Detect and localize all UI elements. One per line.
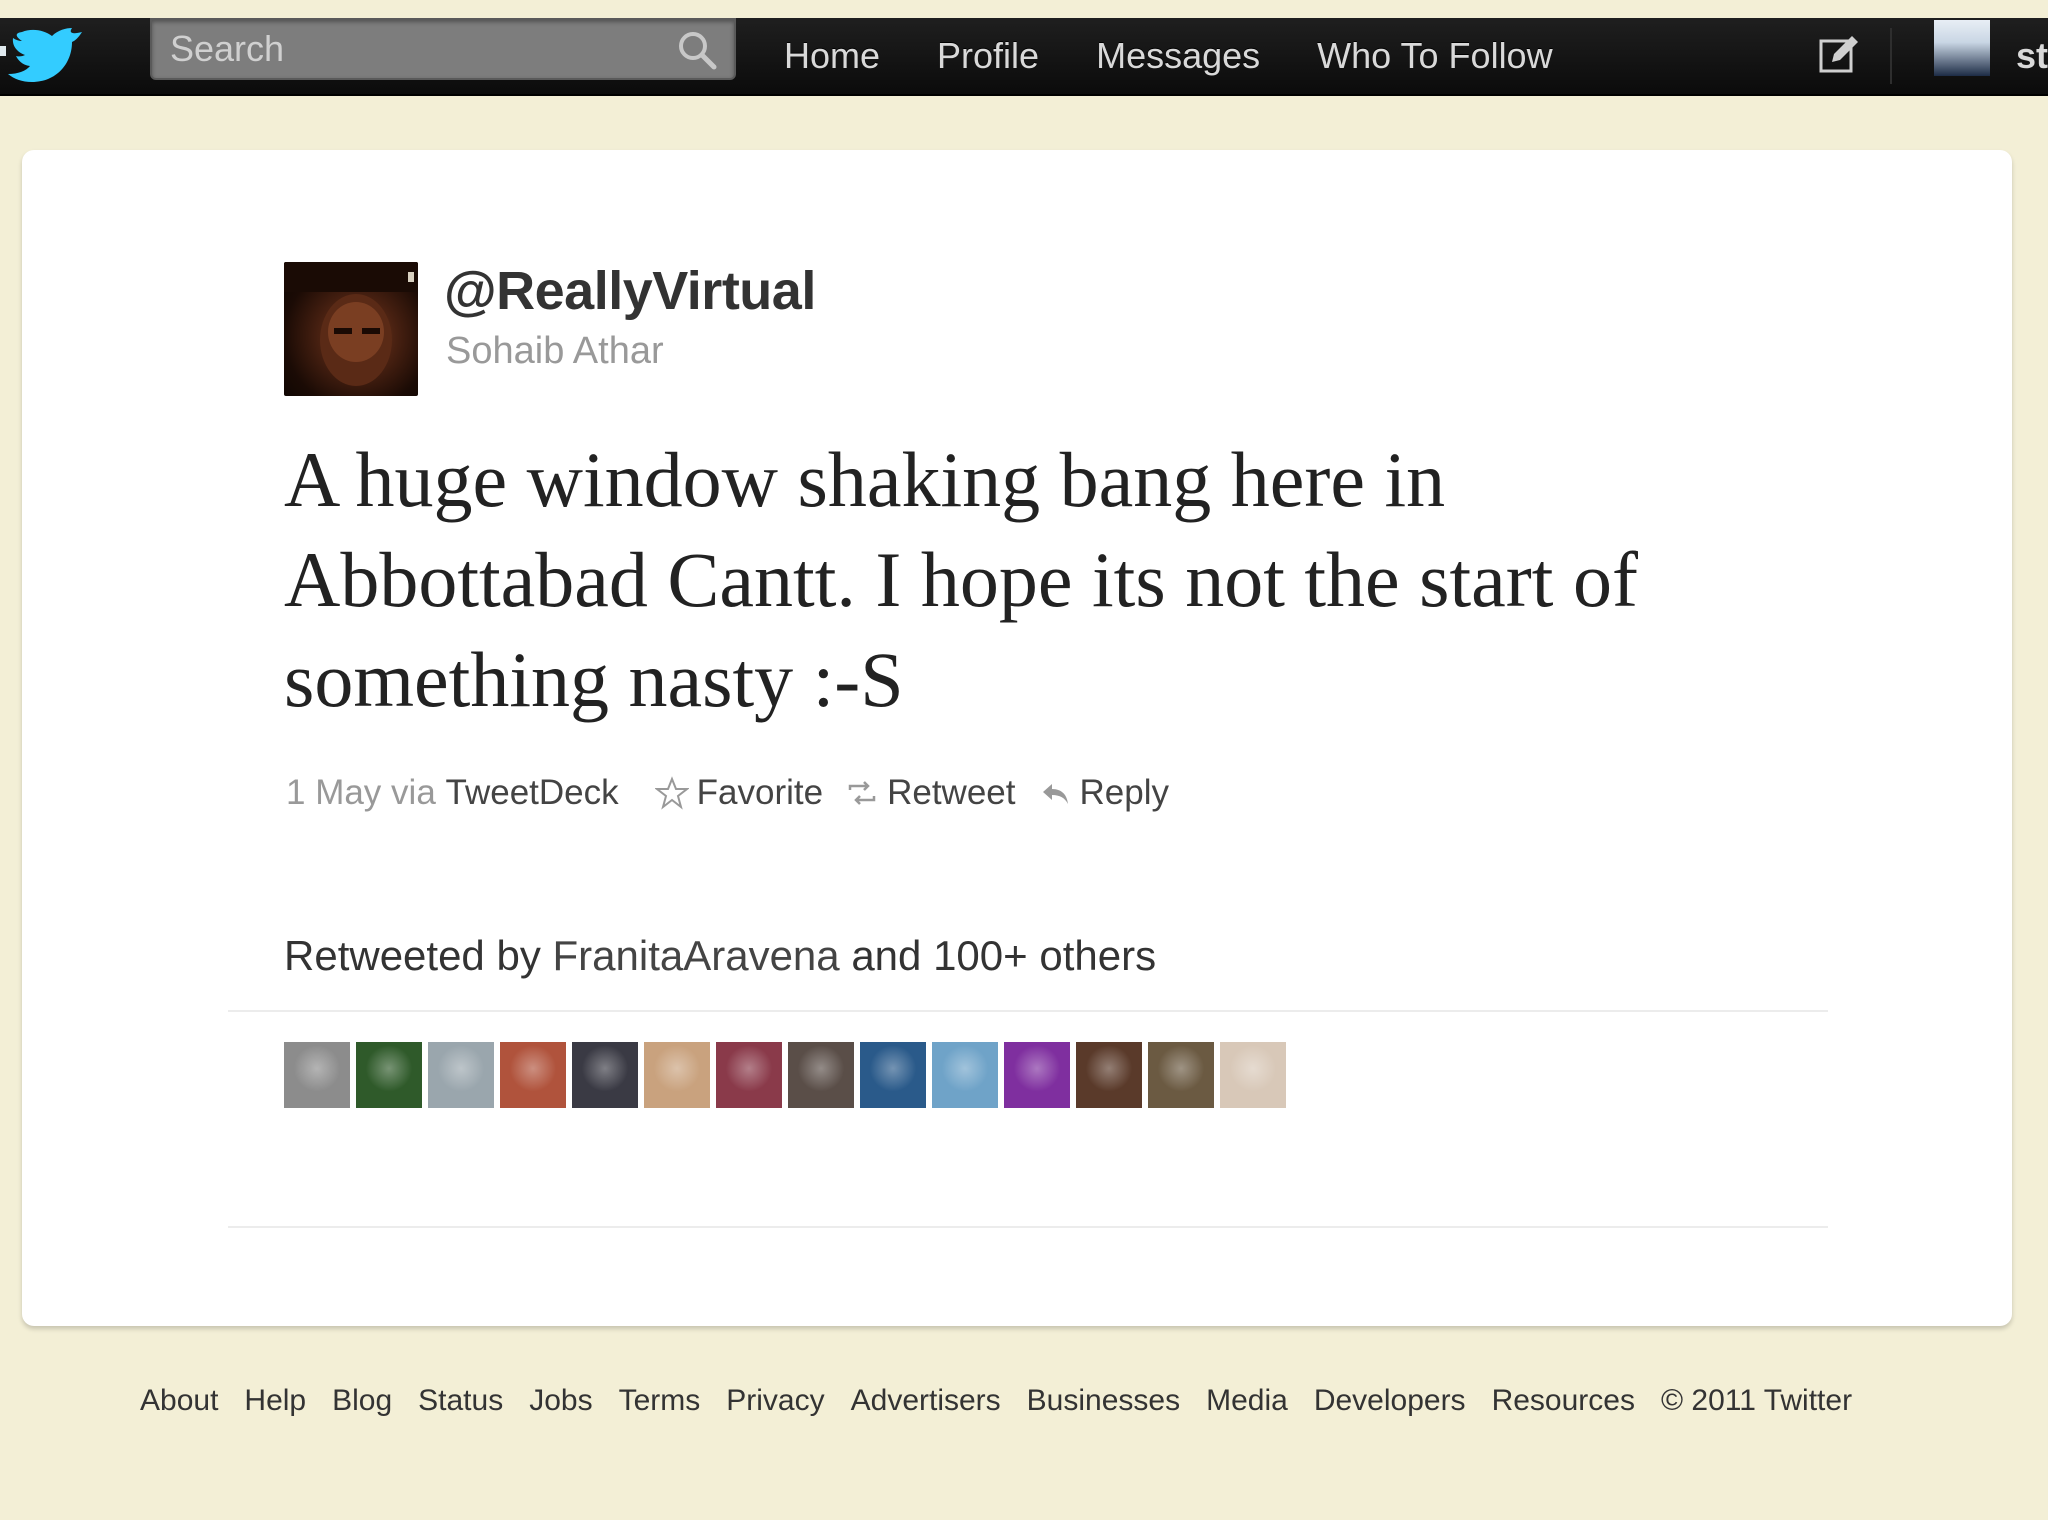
footer-link-terms[interactable]: Terms [619,1384,701,1418]
favorite-label: Favorite [696,773,824,812]
retweet-button[interactable]: Retweet [845,773,1016,813]
retweeter-avatar[interactable] [284,1042,350,1108]
retweeted-by: Retweeted by FranitaAravena and 100+ oth… [284,932,1156,980]
nav-messages[interactable]: Messages [1096,18,1260,94]
retweeter-avatar[interactable] [932,1042,998,1108]
author-name: Sohaib Athar [446,330,664,372]
divider-line [228,1010,1828,1012]
retweeter-avatar[interactable] [1148,1042,1214,1108]
retweeted-by-suffix[interactable]: and 100+ others [851,932,1156,979]
footer-link-jobs[interactable]: Jobs [529,1384,592,1418]
nav-who-to-follow[interactable]: Who To Follow [1317,18,1552,94]
author-avatar[interactable] [284,262,418,396]
tweet-source[interactable]: TweetDeck [446,773,619,813]
retweeter-avatar[interactable] [356,1042,422,1108]
author-handle[interactable]: @ReallyVirtual [444,260,816,322]
reply-button[interactable]: Reply [1038,773,1169,813]
reply-label: Reply [1079,773,1169,812]
favorite-button[interactable]: Favorite [654,773,824,813]
retweet-icon [848,781,876,805]
compose-tweet-icon[interactable] [1818,34,1860,76]
retweet-label: Retweet [887,773,1016,812]
retweeter-avatar[interactable] [428,1042,494,1108]
retweeter-avatar[interactable] [644,1042,710,1108]
main-nav: Home Profile Messages Who To Follow [784,18,1610,94]
page-background: Home Profile Messages Who To Follow st @… [0,0,2048,1520]
retweeter-avatar[interactable] [500,1042,566,1108]
user-menu-label[interactable]: st [2016,18,2048,94]
footer-link-blog[interactable]: Blog [332,1384,392,1418]
retweeter-avatar[interactable] [1220,1042,1286,1108]
footer-link-status[interactable]: Status [418,1384,503,1418]
retweeter-avatar[interactable] [1004,1042,1070,1108]
nav-home[interactable]: Home [784,18,880,94]
twitter-bird-logo[interactable] [0,24,96,86]
footer-link-resources[interactable]: Resources [1492,1384,1635,1418]
tweet-meta: 1 May via TweetDeck Favorite Retweet Rep… [286,766,1191,820]
retweeter-avatars [284,1042,1292,1108]
footer-link-media[interactable]: Media [1206,1384,1288,1418]
divider-line [228,1226,1828,1228]
retweeted-by-prefix: Retweeted by [284,932,541,979]
retweeter-avatar[interactable] [860,1042,926,1108]
footer-link-help[interactable]: Help [244,1384,306,1418]
top-bar: Home Profile Messages Who To Follow st [0,18,2048,96]
retweeter-avatar[interactable] [716,1042,782,1108]
search-icon[interactable] [676,29,718,71]
topbar-divider [1890,28,1892,84]
footer-link-developers[interactable]: Developers [1314,1384,1466,1418]
tweet-text: A huge window shaking bang here in Abbot… [284,436,1638,723]
footer-copyright: © 2011 Twitter [1660,1384,1853,1417]
footer: About Help Blog Status Jobs Terms Privac… [140,1384,1852,1418]
footer-link-advertisers[interactable]: Advertisers [851,1384,1001,1418]
tweet-date[interactable]: 1 May [286,773,381,813]
user-avatar[interactable] [1934,20,1990,76]
tweet-card: @ReallyVirtual Sohaib Athar A huge windo… [22,150,2012,1326]
nav-profile[interactable]: Profile [937,18,1039,94]
footer-link-privacy[interactable]: Privacy [726,1384,824,1418]
search-input[interactable] [168,26,652,72]
star-icon [654,776,689,810]
retweeter-avatar[interactable] [1076,1042,1142,1108]
retweeter-avatar[interactable] [788,1042,854,1108]
search-box[interactable] [150,18,736,80]
footer-link-about[interactable]: About [140,1384,218,1418]
reply-icon [1042,784,1068,804]
tweet-via: via [391,773,436,812]
retweeter-link[interactable]: FranitaAravena [553,932,840,979]
footer-link-businesses[interactable]: Businesses [1027,1384,1180,1418]
retweeter-avatar[interactable] [572,1042,638,1108]
